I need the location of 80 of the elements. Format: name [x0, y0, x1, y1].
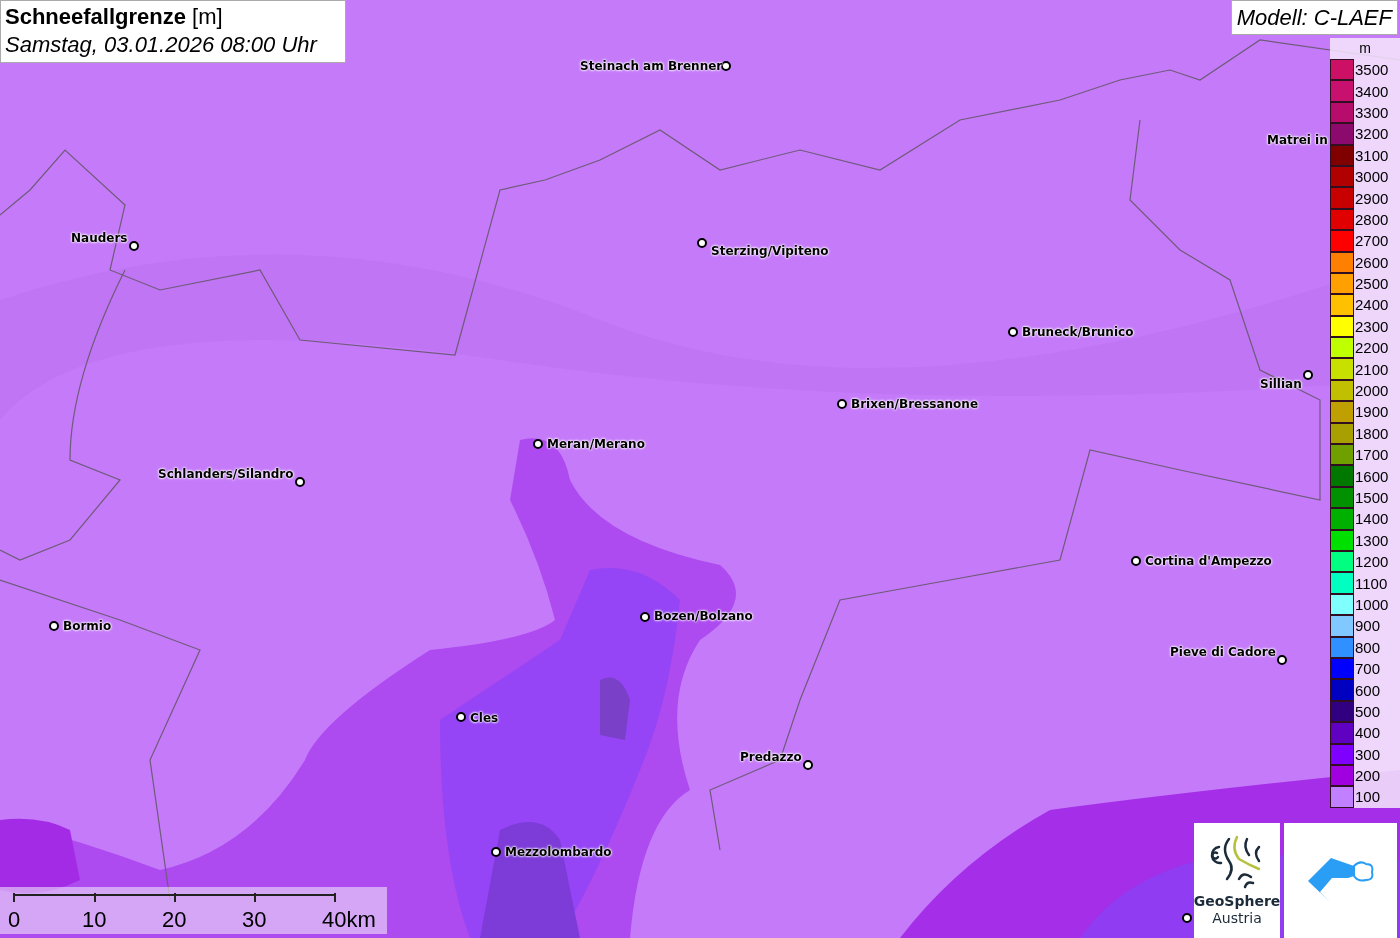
legend-label: 2000 — [1355, 382, 1389, 400]
scale-label: 0 — [8, 907, 21, 933]
place-label: Schlanders/Silandro — [158, 467, 294, 481]
logo-text: GeoSphere — [1193, 893, 1281, 910]
legend-label: 3100 — [1355, 146, 1389, 164]
house-cloud-logo-icon — [1307, 857, 1374, 904]
place-marker — [1277, 655, 1287, 665]
legend-label: 1600 — [1355, 467, 1389, 485]
legend-unit: m — [1358, 39, 1372, 58]
legend-label: 2800 — [1355, 210, 1389, 228]
legend-label: 800 — [1355, 638, 1381, 656]
place-label: Brixen/Bressanone — [851, 397, 979, 411]
legend-label: 2400 — [1355, 296, 1389, 314]
place-label: Sterzing/Vipiteno — [711, 244, 829, 258]
place-marker — [1008, 327, 1018, 337]
place-marker — [697, 238, 707, 248]
map-date: Samstag, 03.01.2026 08:00 Uhr — [5, 31, 319, 59]
place-label: Sillian — [1260, 377, 1302, 391]
legend-label: 900 — [1355, 617, 1381, 635]
legend-label: 400 — [1355, 724, 1381, 742]
place-marker — [1182, 913, 1192, 923]
legend-label: 3400 — [1355, 82, 1389, 100]
place-marker — [1303, 370, 1313, 380]
legend-label: 1700 — [1355, 446, 1389, 464]
legend-label: 2700 — [1355, 232, 1389, 250]
place-marker — [491, 847, 501, 857]
place-label: Matrei in — [1267, 133, 1328, 147]
place-marker — [533, 439, 543, 449]
legend-label: 2300 — [1355, 317, 1389, 335]
place-marker — [49, 621, 59, 631]
model-label: Modell: C-LAEF — [1230, 0, 1398, 35]
place-label: Bormio — [63, 619, 112, 633]
scale-label: 30 — [242, 907, 267, 933]
place-marker — [640, 612, 650, 622]
place-marker — [1131, 556, 1141, 566]
legend-label: 2600 — [1355, 253, 1389, 271]
place-marker — [456, 712, 466, 722]
legend-label: 1000 — [1355, 595, 1389, 613]
legend-label: 1200 — [1355, 553, 1389, 571]
legend-label: 2500 — [1355, 275, 1389, 293]
legend-label: 1100 — [1355, 574, 1388, 592]
legend-label: 3200 — [1355, 125, 1389, 143]
scale-ruler-icon — [13, 893, 338, 903]
legend-label: 2100 — [1355, 360, 1389, 378]
place-marker — [803, 760, 813, 770]
place-label: Cles — [470, 711, 499, 725]
legend-label: 1300 — [1355, 531, 1389, 549]
map-title: Schneefallgrenze [m] — [5, 3, 224, 31]
place-label: Meran/Merano — [547, 437, 645, 451]
place-label: Steinach am Brenner — [580, 59, 723, 73]
legend-label: 200 — [1355, 767, 1381, 785]
legend-label: 600 — [1355, 681, 1381, 699]
legend-label: 300 — [1355, 745, 1381, 763]
legend-label: 1900 — [1355, 403, 1389, 421]
place-label: Pieve di Cadore — [1170, 645, 1276, 659]
legend-label: 3000 — [1355, 168, 1389, 186]
scale-label: 20 — [162, 907, 187, 933]
legend-label: 3500 — [1355, 61, 1389, 79]
place-marker — [129, 241, 139, 251]
place-label: Nauders — [71, 231, 128, 245]
place-label: Cortina d'Ampezzo — [1145, 554, 1272, 568]
legend-label: 2200 — [1355, 339, 1389, 357]
legend-label: 2900 — [1355, 189, 1389, 207]
place-marker — [721, 61, 731, 71]
legend-label: 1800 — [1355, 424, 1389, 442]
place-label: Bozen/Bolzano — [654, 609, 753, 623]
logo-text: Austria — [1212, 910, 1262, 927]
scale-label: 40km — [322, 907, 376, 933]
place-label: Mezzolombardo — [505, 845, 612, 859]
legend-label: 700 — [1355, 660, 1381, 678]
legend-label: 500 — [1355, 702, 1381, 720]
legend-label: 1400 — [1355, 510, 1389, 528]
legend-label: 3300 — [1355, 103, 1389, 121]
legend-label: 100 — [1355, 788, 1381, 806]
place-marker — [837, 399, 847, 409]
place-label: Bruneck/Brunico — [1022, 325, 1134, 339]
scale-label: 10 — [82, 907, 107, 933]
place-marker — [295, 477, 305, 487]
legend-label: 1500 — [1355, 489, 1389, 506]
place-label: Predazzo — [740, 750, 802, 764]
